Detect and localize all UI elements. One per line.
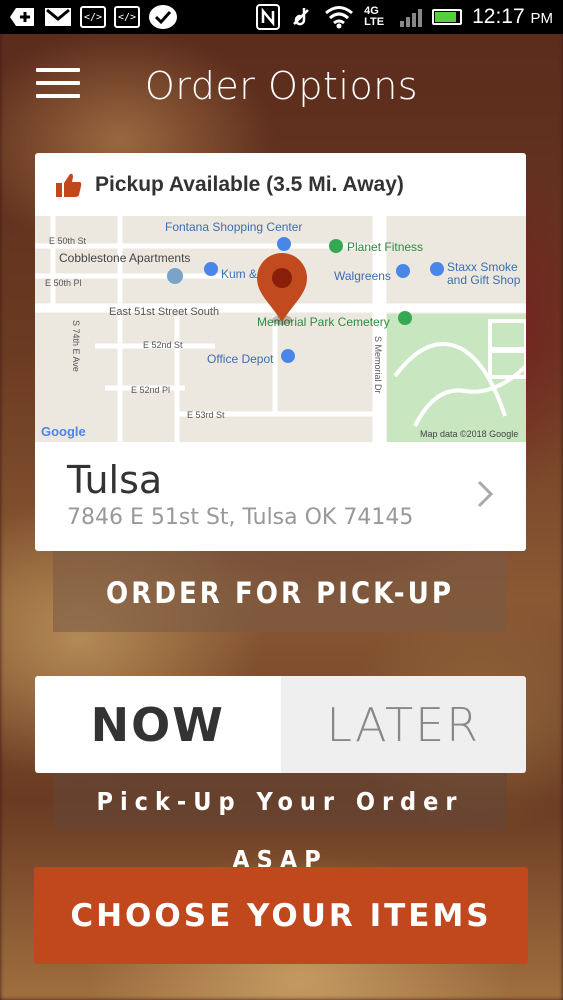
network-type: 4G LTE: [364, 5, 385, 28]
google-logo: Google: [41, 424, 86, 439]
map-label-planet: Planet Fitness: [347, 240, 423, 254]
map-attribution: Map data ©2018 Google: [420, 429, 518, 439]
nfc-icon: [256, 4, 281, 30]
map-label-kum: Kum &: [221, 267, 257, 281]
availability-text: Pickup Available (3.5 Mi. Away): [95, 172, 404, 196]
map-label-e74: S 74th E Ave: [71, 320, 81, 372]
asap-label: Pick-Up Your Order ASAP: [53, 773, 507, 874]
map-label-fontana: Fontana Shopping Center: [165, 220, 302, 234]
pickup-availability: Pickup Available (3.5 Mi. Away): [35, 153, 526, 216]
map-label-staxx-1: Staxx Smoke: [447, 260, 518, 274]
map-label-e50st: E 50th St: [49, 236, 87, 246]
wifi-icon: [325, 6, 354, 29]
map-label-e52pl: E 52nd Pl: [131, 385, 170, 395]
clock-ampm: PM: [530, 10, 554, 27]
map-label-e50pl: E 50th Pl: [45, 278, 82, 288]
status-bar: </> </> 4G LTE 12:17 PM: [0, 0, 563, 34]
choose-items-button[interactable]: CHOOSE YOUR ITEMS: [34, 867, 528, 964]
store-map[interactable]: Fontana Shopping Center Cobblestone Apar…: [35, 216, 526, 442]
map-label-e53: E 53rd St: [187, 410, 225, 420]
map-label-smemorial: S Memorial Dr: [373, 336, 383, 394]
now-option[interactable]: NOW: [35, 676, 281, 773]
mute-icon: [293, 8, 309, 26]
location-card: Pickup Available (3.5 Mi. Away) Fontana …: [35, 153, 526, 551]
store-location-row[interactable]: Tulsa 7846 E 51st St, Tulsa OK 74145: [35, 442, 526, 551]
page-title: Order Options: [144, 64, 419, 108]
signal-icon: [400, 7, 423, 27]
store-city: Tulsa: [67, 458, 163, 502]
app-header: Order Options: [0, 34, 563, 144]
add-icon: [10, 8, 34, 26]
timing-toggle: NOW LATER: [35, 676, 526, 773]
map-label-walgreens: Walgreens: [334, 269, 391, 283]
map-label-staxx-2: and Gift Shop: [447, 273, 521, 287]
map-label-office-depot: Office Depot: [207, 352, 274, 366]
order-type-label: ORDER FOR PICK-UP: [53, 551, 507, 632]
chevron-right-icon: [477, 480, 494, 508]
later-option[interactable]: LATER: [280, 676, 526, 773]
map-label-e51: East 51st Street South: [109, 306, 219, 318]
check-icon: [149, 5, 177, 29]
store-address: 7846 E 51st St, Tulsa OK 74145: [67, 505, 414, 530]
code-icon: </>: [80, 6, 106, 28]
code-icon: </>: [114, 6, 140, 28]
gmail-icon: [45, 8, 71, 26]
map-label-e52st: E 52nd St: [143, 340, 183, 350]
clock: 12:17 PM: [472, 5, 553, 29]
battery-icon: [432, 9, 463, 25]
thumbs-up-icon: [56, 173, 82, 197]
map-label-cobblestone: Cobblestone Apartments: [59, 251, 190, 265]
clock-time: 12:17: [472, 5, 525, 28]
